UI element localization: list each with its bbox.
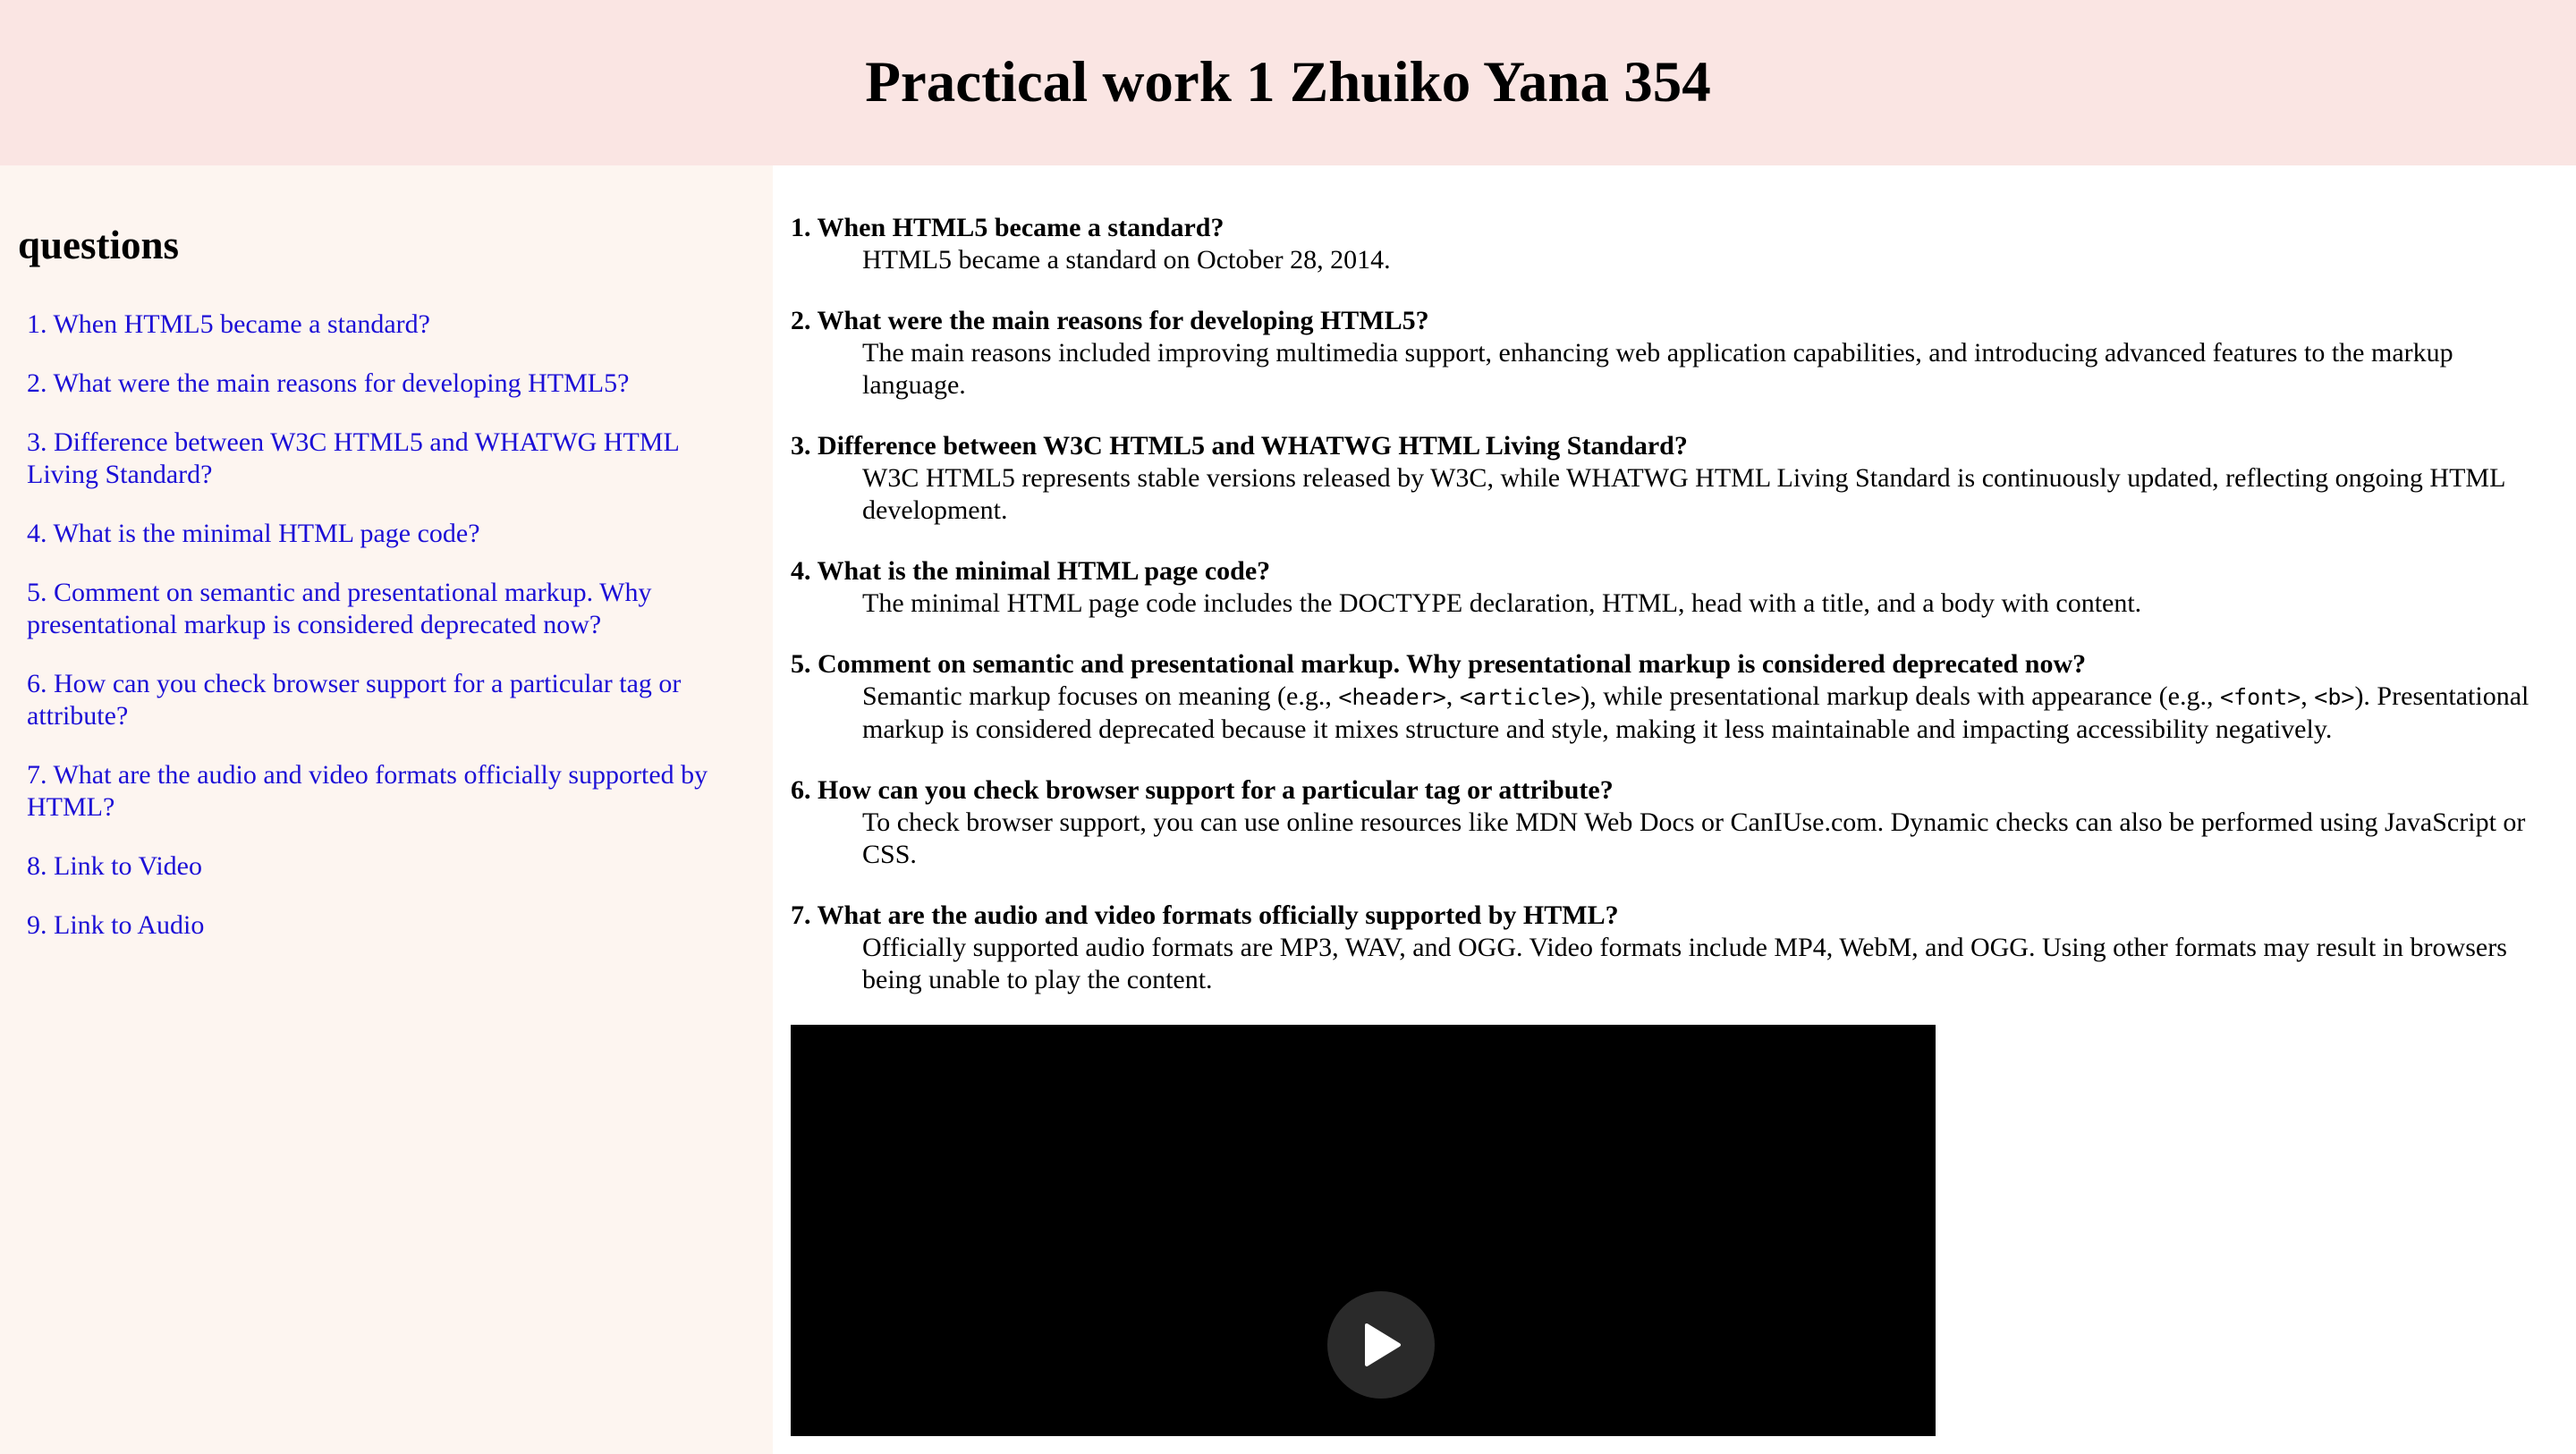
nav-item: 2. What were the main reasons for develo… [27, 368, 755, 400]
nav-link-video[interactable]: 8. Link to Video [27, 850, 755, 883]
nav-item: 9. Link to Audio [27, 909, 755, 942]
nav-link-q4[interactable]: 4. What is the minimal HTML page code? [27, 518, 755, 550]
question-6: 6. How can you check browser support for… [791, 775, 1614, 805]
sidebar: questions 1. When HTML5 became a standar… [0, 165, 773, 1454]
nav-link-q1[interactable]: 1. When HTML5 became a standard? [27, 309, 755, 341]
qa-item-2: 2. What were the main reasons for develo… [791, 305, 2544, 402]
answer-5-text: , [1445, 681, 1460, 711]
code-header-tag: <header> [1338, 684, 1446, 710]
main-content: 1. When HTML5 became a standard? HTML5 b… [773, 165, 2576, 1454]
nav-item: 5. Comment on semantic and presentationa… [27, 577, 755, 641]
nav-link-q5[interactable]: 5. Comment on semantic and presentationa… [27, 577, 755, 641]
question-nav: 1. When HTML5 became a standard? 2. What… [18, 309, 755, 942]
sidebar-heading: questions [18, 223, 180, 267]
play-icon [1365, 1323, 1401, 1366]
qa-item-4: 4. What is the minimal HTML page code? T… [791, 555, 2544, 620]
qa-item-3: 3. Difference between W3C HTML5 and WHAT… [791, 430, 2544, 527]
question-4: 4. What is the minimal HTML page code? [791, 556, 1271, 586]
answer-6: To check browser support, you can use on… [862, 807, 2526, 869]
nav-item: 6. How can you check browser support for… [27, 668, 755, 732]
qa-item-5: 5. Comment on semantic and presentationa… [791, 648, 2544, 746]
video-player[interactable] [791, 1025, 1936, 1436]
qa-item-6: 6. How can you check browser support for… [791, 774, 2544, 871]
question-5: 5. Comment on semantic and presentationa… [791, 649, 2087, 679]
answer-2: The main reasons included improving mult… [862, 338, 2453, 400]
answer-4: The minimal HTML page code includes the … [862, 588, 2142, 618]
code-b-tag: <b> [2314, 684, 2355, 710]
question-2: 2. What were the main reasons for develo… [791, 306, 1429, 335]
nav-item: 3. Difference between W3C HTML5 and WHAT… [27, 427, 755, 491]
answer-5-text: Semantic markup focuses on meaning (e.g.… [862, 681, 1339, 711]
answer-1: HTML5 became a standard on October 28, 2… [862, 245, 1391, 275]
answer-7: Officially supported audio formats are M… [862, 933, 2507, 994]
page-title: Practical work 1 Zhuiko Yana 354 [865, 50, 1711, 114]
page-header: Practical work 1 Zhuiko Yana 354 [0, 0, 2576, 165]
play-button[interactable] [1327, 1291, 1435, 1399]
nav-link-q3[interactable]: 3. Difference between W3C HTML5 and WHAT… [27, 427, 755, 491]
code-article-tag: <article> [1459, 684, 1581, 710]
answer-3: W3C HTML5 represents stable versions rel… [862, 463, 2505, 525]
code-font-tag: <font> [2219, 684, 2301, 710]
nav-item: 4. What is the minimal HTML page code? [27, 518, 755, 550]
nav-link-q6[interactable]: 6. How can you check browser support for… [27, 668, 755, 732]
answer-5-text: ), while presentational markup deals wit… [1580, 681, 2220, 711]
nav-link-q7[interactable]: 7. What are the audio and video formats … [27, 759, 755, 824]
answer-5: Semantic markup focuses on meaning (e.g.… [862, 681, 2544, 746]
nav-item: 1. When HTML5 became a standard? [27, 309, 755, 341]
question-1: 1. When HTML5 became a standard? [791, 213, 1224, 242]
question-7: 7. What are the audio and video formats … [791, 900, 1619, 930]
question-3: 3. Difference between W3C HTML5 and WHAT… [791, 431, 1688, 461]
nav-item: 7. What are the audio and video formats … [27, 759, 755, 824]
qa-item-7: 7. What are the audio and video formats … [791, 900, 2544, 996]
nav-item: 8. Link to Video [27, 850, 755, 883]
nav-link-q2[interactable]: 2. What were the main reasons for develo… [27, 368, 755, 400]
qa-item-1: 1. When HTML5 became a standard? HTML5 b… [791, 212, 2544, 276]
answer-5-text: , [2301, 681, 2315, 711]
nav-link-audio[interactable]: 9. Link to Audio [27, 909, 755, 942]
